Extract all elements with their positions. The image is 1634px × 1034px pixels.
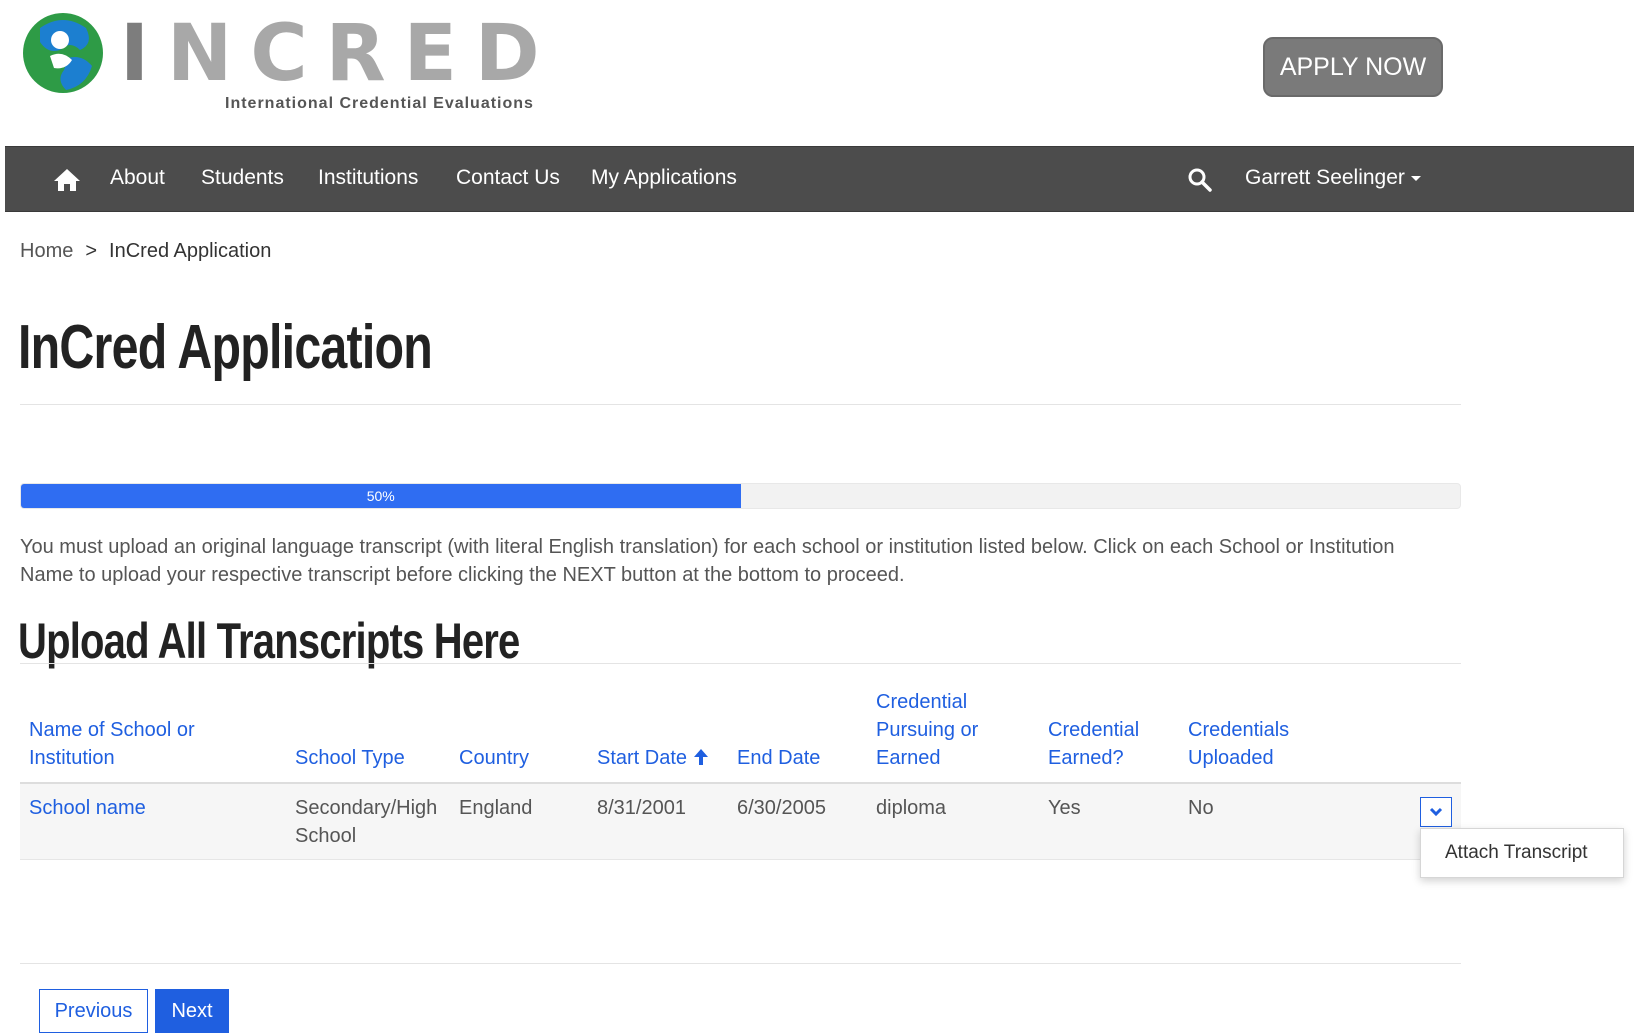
breadcrumb: Home > InCred Application	[20, 240, 271, 263]
caret-down-icon	[1410, 175, 1421, 181]
row-actions-toggle[interactable]	[1420, 797, 1452, 827]
table-row: School name Secondary/High School England…	[20, 784, 1461, 860]
main-navbar: About Students Institutions Contact Us M…	[5, 146, 1634, 212]
breadcrumb-separator: >	[85, 240, 98, 262]
sort-ascending-icon	[694, 749, 709, 765]
progress-bar-fill: 50%	[21, 484, 741, 508]
divider	[20, 663, 1461, 664]
credentials-uploaded-cell: No	[1188, 797, 1214, 819]
column-header-credential[interactable]: Credential Pursuing or Earned	[876, 688, 978, 772]
progress-bar: 50%	[20, 483, 1461, 509]
section-title: Upload All Transcripts Here	[18, 613, 520, 669]
column-header-school-name[interactable]: Name of School or Institution	[29, 716, 195, 772]
breadcrumb-home-link[interactable]: Home	[20, 240, 73, 262]
nav-item-students[interactable]: Students	[201, 166, 284, 190]
search-icon[interactable]	[1187, 167, 1213, 193]
progress-label: 50%	[366, 488, 395, 504]
attach-transcript-menu-item[interactable]: Attach Transcript	[1420, 828, 1624, 878]
incred-logo[interactable]: INCRED International Credential Evaluati…	[20, 9, 560, 120]
transcripts-table: Name of School or Institution School Type…	[20, 686, 1461, 860]
column-header-start-date[interactable]: Start Date	[597, 744, 709, 772]
school-name-link[interactable]: School name	[29, 794, 146, 822]
previous-button[interactable]: Previous	[39, 989, 148, 1033]
nav-item-institutions[interactable]: Institutions	[318, 166, 418, 190]
column-header-credentials-uploaded[interactable]: Credentials Uploaded	[1188, 716, 1289, 772]
nav-item-contact-us[interactable]: Contact Us	[456, 166, 560, 190]
breadcrumb-current: InCred Application	[109, 240, 272, 262]
user-name: Garrett Seelinger	[1245, 166, 1405, 189]
nav-item-about[interactable]: About	[110, 166, 165, 190]
upload-instructions: You must upload an original language tra…	[20, 536, 1395, 586]
column-header-end-date[interactable]: End Date	[737, 744, 820, 772]
column-header-school-type[interactable]: School Type	[295, 744, 405, 772]
logo-mark-icon	[23, 13, 103, 93]
site-header: INCRED International Credential Evaluati…	[0, 0, 1634, 146]
user-menu-dropdown[interactable]: Garrett Seelinger	[1245, 166, 1421, 190]
start-date-cell: 8/31/2001	[597, 797, 686, 819]
column-header-credential-earned[interactable]: Credential Earned?	[1048, 716, 1139, 772]
column-header-country[interactable]: Country	[459, 744, 529, 772]
nav-item-my-applications[interactable]: My Applications	[591, 166, 737, 190]
divider	[20, 404, 1461, 405]
apply-now-button[interactable]: APPLY NOW	[1263, 37, 1443, 97]
end-date-cell: 6/30/2005	[737, 797, 826, 819]
logo-tagline: International Credential Evaluations	[225, 95, 534, 112]
country-cell: England	[459, 797, 533, 819]
credential-cell: diploma	[876, 797, 947, 819]
page-title: InCred Application	[18, 313, 433, 382]
divider	[20, 963, 1461, 964]
home-icon[interactable]	[53, 167, 81, 193]
logo-wordmark: INCRED	[120, 9, 558, 99]
school-type-cell: Secondary/High School	[295, 797, 438, 847]
chevron-down-icon	[1429, 807, 1443, 817]
table-header-row: Name of School or Institution School Type…	[20, 686, 1461, 784]
credential-earned-cell: Yes	[1048, 797, 1081, 819]
next-button[interactable]: Next	[155, 989, 229, 1033]
